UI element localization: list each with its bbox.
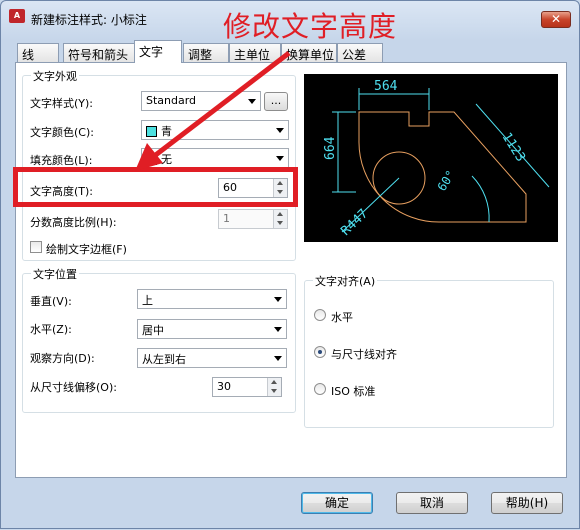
dialog-window: A 新建标注样式: 小标注 修改文字高度 ✕ 线 符号和箭头 文字 调整 主单位…: [0, 0, 580, 529]
help-button[interactable]: 帮助(H): [491, 492, 563, 514]
ok-button[interactable]: 确定: [301, 492, 373, 514]
cancel-button[interactable]: 取消: [396, 492, 468, 514]
annotation-arrow-icon: [135, 51, 291, 171]
tab-text[interactable]: 文字: [134, 40, 182, 63]
